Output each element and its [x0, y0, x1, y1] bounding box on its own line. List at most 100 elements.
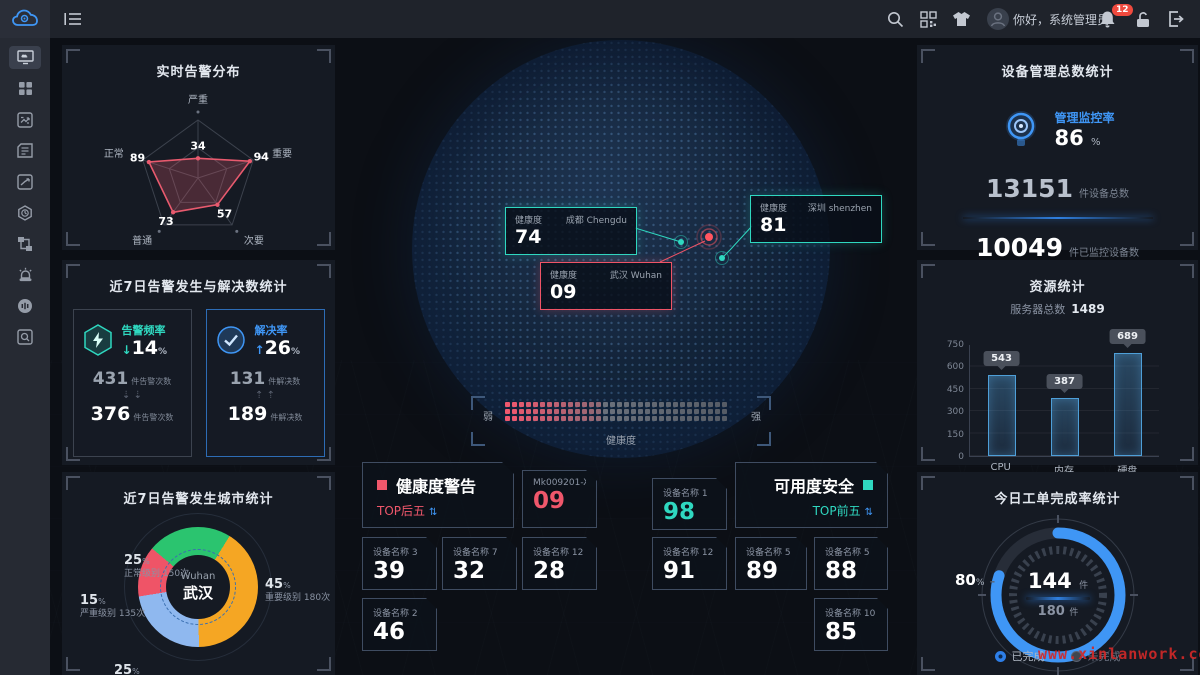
- group-title: 健康度警告: [396, 473, 476, 497]
- strip-square: [680, 409, 685, 414]
- percent-unit: %: [291, 347, 300, 357]
- stat-label: 件告警次数: [133, 413, 173, 422]
- cloud-logo-icon: [12, 9, 38, 29]
- left-sidebar: [0, 38, 50, 675]
- device-card[interactable]: 设备名称 10 85: [814, 598, 888, 651]
- device-card[interactable]: 设备名称 5 88: [814, 537, 888, 590]
- health-marker-wuhan[interactable]: 健康度武汉 Wuhan 09: [540, 262, 672, 310]
- monitored-label: 件已监控设备数: [1069, 248, 1139, 259]
- strip-square: [666, 416, 671, 421]
- delta-value: 14: [132, 337, 158, 359]
- marker-city: 武汉 Wuhan: [610, 268, 662, 281]
- trend-up-icon: ↑: [255, 343, 265, 357]
- qrcode-icon[interactable]: [913, 0, 943, 38]
- strip-square: [505, 402, 510, 407]
- trend-down-icon: ↓: [122, 343, 132, 357]
- strip-square: [568, 409, 573, 414]
- strip-square: [624, 402, 629, 407]
- panel-device-total-stats: 设备管理总数统计 管理监控率 86 % 13151件设备总数 10049件已监控…: [917, 45, 1198, 250]
- strip-square: [589, 409, 594, 414]
- logo-box[interactable]: [0, 0, 50, 38]
- sidebar-item-app-grid[interactable]: [9, 77, 41, 100]
- strip-square: [666, 402, 671, 407]
- strip-heat-squares: [505, 402, 729, 421]
- strip-square: [603, 402, 608, 407]
- device-card[interactable]: Mk009201-XLL... 09: [522, 470, 597, 528]
- circle-check-icon: [215, 323, 247, 357]
- strip-square: [652, 416, 657, 421]
- mini-up-arrows-icon: ⇡ ⇡: [215, 389, 316, 403]
- monitor-rate-label: 管理监控率: [1054, 109, 1114, 126]
- strip-square: [715, 416, 720, 421]
- strip-axis-label: 健康度: [467, 432, 775, 447]
- stat-label: 件告警次数: [131, 377, 171, 386]
- strip-square: [533, 409, 538, 414]
- sort-icon[interactable]: ⇅: [865, 507, 873, 518]
- strip-square: [568, 402, 573, 407]
- strip-square: [582, 409, 587, 414]
- strip-square: [694, 402, 699, 407]
- sidebar-item-gauge-hex[interactable]: [9, 201, 41, 224]
- group-subtitle: TOP前五: [813, 504, 861, 518]
- device-card[interactable]: 设备名称 2 46: [362, 598, 437, 651]
- strip-square: [638, 416, 643, 421]
- panel-7day-alarm-solve-stats: 近7日告警发生与解决数统计 告警频率 ↓14% 431件告警次数 ⇣ ⇣ 376…: [62, 260, 335, 465]
- strip-square: [512, 402, 517, 407]
- collapse-menu-icon[interactable]: [58, 0, 88, 38]
- strip-square: [624, 409, 629, 414]
- alarm-frequency-card[interactable]: 告警频率 ↓14% 431件告警次数 ⇣ ⇣ 376件告警次数: [73, 309, 192, 457]
- strip-square: [610, 409, 615, 414]
- strip-square: [659, 416, 664, 421]
- sidebar-item-media-control[interactable]: [9, 294, 41, 317]
- health-marker-chengdu[interactable]: 健康度成都 Chengdu 74: [505, 207, 637, 255]
- device-card[interactable]: 设备名称 12 28: [522, 537, 597, 590]
- sidebar-item-data-exchange[interactable]: [9, 108, 41, 131]
- avatar[interactable]: [983, 0, 1013, 38]
- solve-rate-card[interactable]: 解决率 ↑26% 131件解决数 ⇡ ⇡ 189件解决数: [206, 309, 325, 457]
- marker-value: 81: [760, 214, 872, 237]
- strip-square: [596, 416, 601, 421]
- stat-value: 189: [228, 403, 268, 425]
- device-card[interactable]: 设备名称 5 89: [735, 537, 807, 590]
- device-card[interactable]: 设备名称 7 32: [442, 537, 517, 590]
- stat-value: 376: [91, 403, 131, 425]
- strip-square: [554, 409, 559, 414]
- device-card[interactable]: 设备名称 3 39: [362, 537, 437, 590]
- marker-city: 深圳 shenzhen: [808, 201, 872, 214]
- lock-icon[interactable]: [1128, 0, 1158, 38]
- strip-square: [561, 416, 566, 421]
- sort-icon[interactable]: ⇅: [429, 507, 437, 518]
- panel-title: 实时告警分布: [62, 45, 335, 80]
- stat-value: 131: [230, 369, 266, 389]
- legend-done[interactable]: 已完成: [995, 648, 1045, 664]
- device-total-label: 件设备总数: [1079, 189, 1129, 200]
- strip-square: [631, 409, 636, 414]
- shirt-icon[interactable]: [946, 0, 976, 38]
- device-card[interactable]: 设备名称 12 91: [652, 537, 727, 590]
- sidebar-item-topology[interactable]: [9, 232, 41, 255]
- sidebar-item-alarm-siren[interactable]: [9, 263, 41, 286]
- sidebar-item-report-doc[interactable]: [9, 139, 41, 162]
- search-icon[interactable]: [880, 0, 910, 38]
- strip-square: [631, 416, 636, 421]
- strip-square: [715, 402, 720, 407]
- health-marker-shenzhen[interactable]: 健康度深圳 shenzhen 81: [750, 195, 882, 243]
- stat-label: 件解决数: [268, 377, 300, 386]
- health-warning-header: 健康度警告 TOP后五⇅: [362, 462, 514, 528]
- center-glow-divider: [1026, 597, 1090, 600]
- sidebar-item-trend-chart[interactable]: [9, 170, 41, 193]
- strip-square: [596, 402, 601, 407]
- sidebar-item-audit-search[interactable]: [9, 325, 41, 348]
- delta-value: 26: [265, 337, 291, 359]
- strip-square: [722, 416, 727, 421]
- panel-resource-stats: 资源统计 服务器总数1489 7506004503001500 543 387 …: [917, 260, 1198, 465]
- strip-square: [652, 402, 657, 407]
- slice-label-ordinary: 25% 普通级别 150次: [114, 659, 179, 675]
- sidebar-item-screen-monitor[interactable]: [9, 46, 41, 69]
- device-card[interactable]: 设备名称 1 98: [652, 478, 727, 530]
- strip-square: [687, 402, 692, 407]
- strip-square: [701, 402, 706, 407]
- strip-square: [519, 409, 524, 414]
- bar-disk: 689: [1111, 345, 1145, 456]
- logout-icon[interactable]: [1160, 0, 1190, 38]
